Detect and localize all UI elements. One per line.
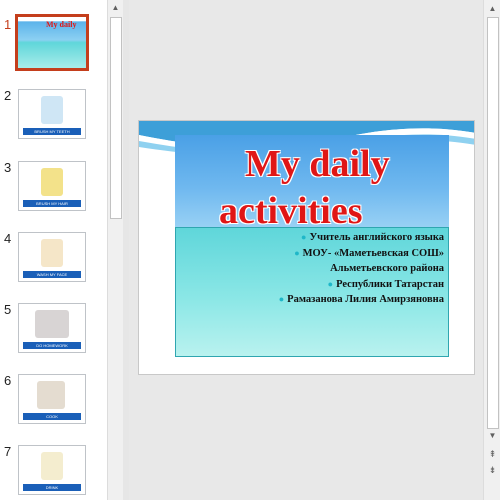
slide-thumbnail-6[interactable]: COOK: [18, 374, 86, 424]
bullet-item: ● Республики Татарстан: [327, 278, 444, 290]
slide-title-line2: activities: [219, 190, 363, 232]
scroll-up-icon[interactable]: ▲: [484, 0, 500, 17]
slide-thumbnail-7[interactable]: DRINK: [18, 445, 86, 495]
slide-thumbnail-4[interactable]: WASH MY FACE: [18, 232, 86, 282]
bullet-dot-icon: ●: [327, 278, 334, 289]
thumb-4-image: [41, 239, 63, 267]
thumb-number-1: 1: [4, 17, 12, 32]
thumb-3-caption: BRUSH MY HAIR: [23, 200, 81, 207]
thumb-5-caption: DO HOMEWORK: [23, 342, 81, 349]
bullet-dot-icon: ●: [278, 294, 285, 304]
next-slide-icon[interactable]: ⇟: [484, 463, 500, 477]
thumb-4-caption: WASH MY FACE: [23, 271, 81, 278]
slide-thumbnail-2[interactable]: BRUSH MY TEETH: [18, 89, 86, 139]
thumb-number-2: 2: [4, 88, 12, 103]
thumb-number-5: 5: [4, 302, 12, 317]
main-scroll-thumb[interactable]: [487, 17, 499, 429]
bullet-item: ● Учитель английского языка: [301, 232, 444, 243]
thumbnail-scroll-thumb[interactable]: [110, 17, 122, 219]
thumbnail-scrollbar[interactable]: ▲: [107, 0, 123, 500]
main-scrollbar[interactable]: ▲ ▼ ⇞ ⇟: [483, 0, 500, 500]
thumb-6-caption: COOK: [23, 413, 81, 420]
thumb-7-image: [41, 452, 63, 480]
bullet-item: ● МОУ- «Маметьевская СОШ»: [294, 247, 444, 259]
content-placeholder[interactable]: ● Учитель английского языка ● МОУ- «Маметь…: [175, 227, 449, 357]
slide-title-line1: My daily: [245, 143, 390, 185]
thumb-1-title: My daily: [46, 20, 77, 29]
title-placeholder[interactable]: My daily activities: [175, 135, 449, 231]
thumb-3-image: [41, 168, 63, 196]
slide-thumbnail-1[interactable]: My daily: [15, 14, 89, 71]
thumb-2-caption: BRUSH MY TEETH: [23, 128, 81, 135]
current-slide[interactable]: My daily activities ● Учитель английского…: [138, 120, 475, 375]
thumb-number-4: 4: [4, 231, 12, 246]
bullet-list: ● Учитель английского языка ● МОУ- «Маметь…: [184, 230, 444, 308]
slide-thumbnail-3[interactable]: BRUSH MY HAIR: [18, 161, 86, 211]
bullet-dot-icon: ●: [301, 232, 307, 242]
thumb-6-image: [37, 381, 65, 409]
scroll-up-icon[interactable]: ▲: [108, 0, 123, 15]
thumb-2-image: [41, 96, 63, 124]
slide-thumbnail-5[interactable]: DO HOMEWORK: [18, 303, 86, 353]
scroll-down-icon[interactable]: ▼: [484, 428, 500, 443]
thumb-5-image: [35, 310, 69, 338]
bullet-dot-icon: ●: [294, 247, 300, 258]
bullet-item-continuation: Альметьевского района: [330, 263, 444, 274]
thumb-number-6: 6: [4, 373, 12, 388]
previous-slide-icon[interactable]: ⇞: [484, 447, 500, 461]
thumb-number-3: 3: [4, 160, 12, 175]
slide-thumbnail-pane: 1 My daily 2 BRUSH MY TEETH 3 BRUSH MY H…: [0, 0, 106, 500]
bullet-item: ● Рамазанова Лилия Амирзяновна: [278, 294, 444, 305]
thumb-7-caption: DRINK: [23, 484, 81, 491]
thumb-number-7: 7: [4, 444, 12, 459]
